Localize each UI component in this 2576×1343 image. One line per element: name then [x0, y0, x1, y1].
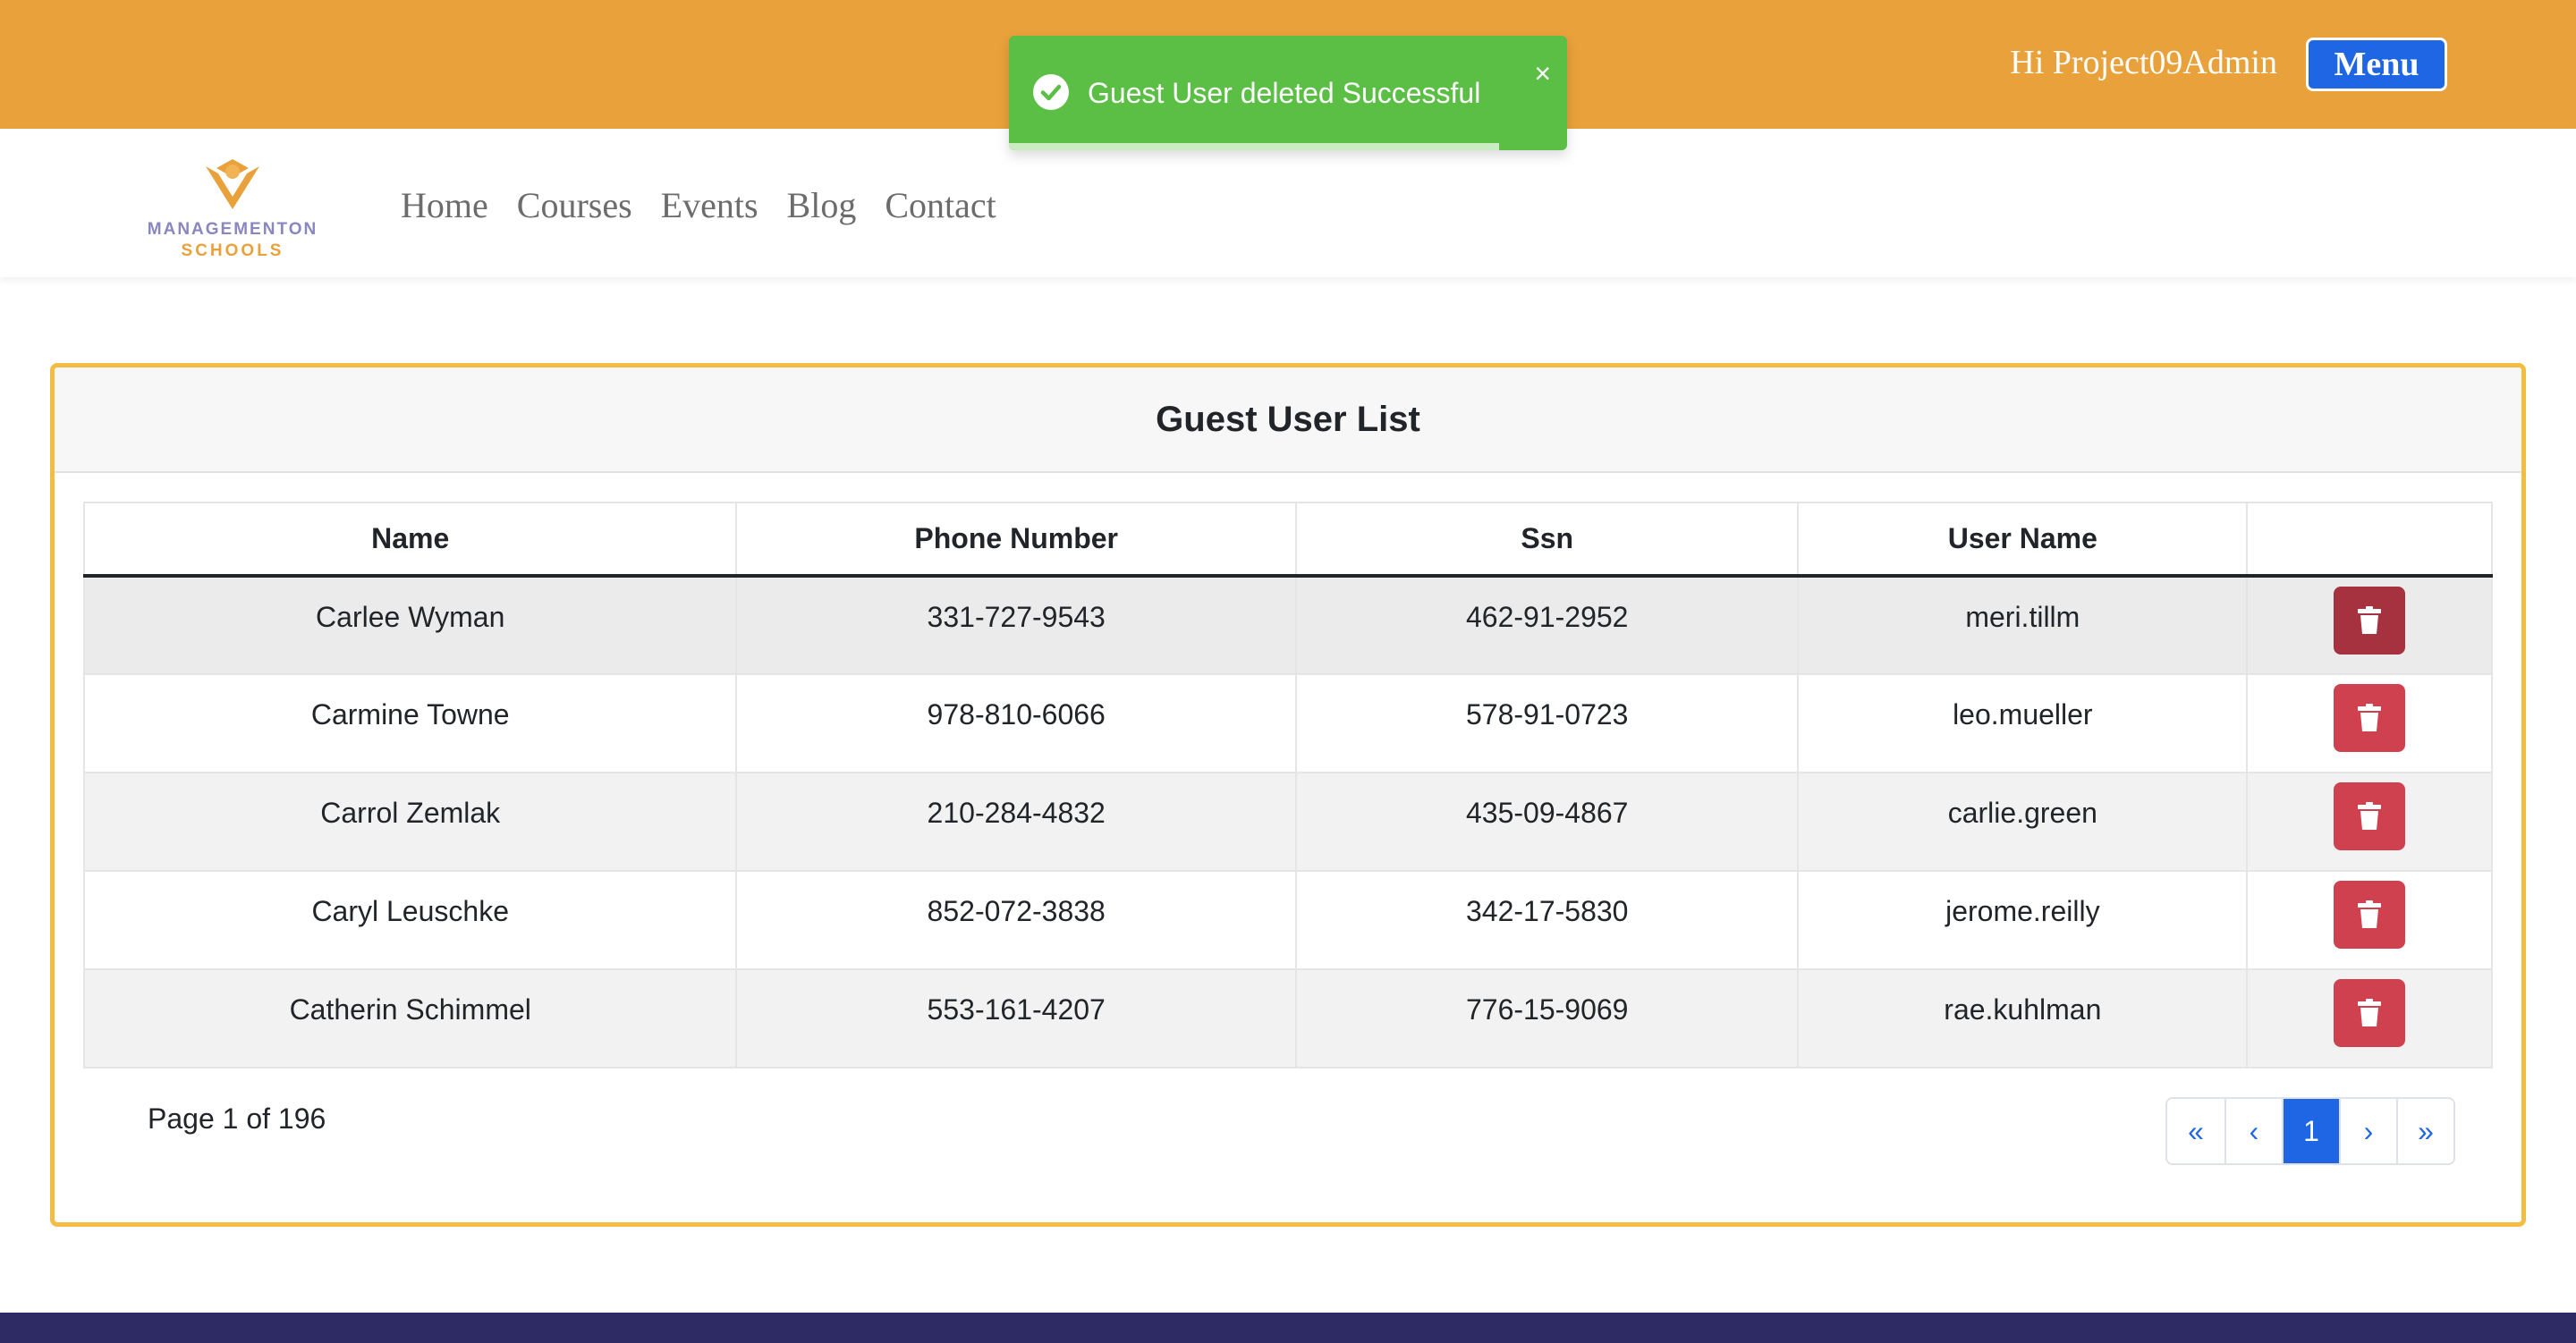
cell-name: Carlee Wyman: [82, 575, 738, 675]
cell-username: meri.tillm: [1797, 575, 2249, 675]
cell-phone: 210-284-4832: [735, 772, 1297, 872]
nav-blog[interactable]: Blog: [787, 184, 857, 226]
cell-name: Catherin Schimmel: [82, 968, 738, 1068]
cell-username: leo.mueller: [1797, 673, 2249, 773]
cell-ssn: 435-09-4867: [1294, 772, 1800, 872]
nav-home[interactable]: Home: [401, 184, 488, 226]
main-navbar: MANAGEMENTON SCHOOLS Home Courses Events…: [0, 129, 2576, 277]
page-indicator: Page 1 of 196: [148, 1102, 326, 1135]
cell-actions: [2246, 673, 2493, 773]
nav-links: Home Courses Events Blog Contact: [401, 184, 996, 226]
table-header-row: Name Phone Number Ssn User Name: [82, 502, 2493, 578]
trash-icon: [2358, 999, 2382, 1026]
table-row: Carlee Wyman 331-727-9543 462-91-2952 me…: [82, 575, 2493, 675]
trash-icon: [2358, 900, 2382, 928]
user-greeting: Hi Project09Admin: [2010, 44, 2277, 81]
cell-actions: [2246, 870, 2493, 970]
menu-button[interactable]: Menu: [2306, 38, 2447, 91]
cell-phone: 852-072-3838: [735, 870, 1297, 970]
trash-icon: [2358, 704, 2382, 731]
cell-username: carlie.green: [1797, 772, 2249, 872]
cell-ssn: 776-15-9069: [1294, 968, 1800, 1068]
pagination-next-button[interactable]: ›: [2339, 1099, 2396, 1163]
cell-actions: [2246, 772, 2493, 872]
column-header-ssn[interactable]: Ssn: [1294, 502, 1800, 578]
delete-button[interactable]: [2334, 782, 2406, 850]
cell-ssn: 462-91-2952: [1294, 575, 1800, 675]
table-row: Carmine Towne 978-810-6066 578-91-0723 l…: [82, 673, 2493, 773]
table-row: Caryl Leuschke 852-072-3838 342-17-5830 …: [82, 870, 2493, 970]
pagination-last-button[interactable]: »: [2396, 1099, 2453, 1163]
table-row: Carrol Zemlak 210-284-4832 435-09-4867 c…: [82, 772, 2493, 872]
cell-username: jerome.reilly: [1797, 870, 2249, 970]
cell-phone: 978-810-6066: [735, 673, 1297, 773]
pagination-prev-button[interactable]: ‹: [2224, 1099, 2282, 1163]
pagination-page-1[interactable]: 1: [2282, 1099, 2339, 1163]
cell-ssn: 342-17-5830: [1294, 870, 1800, 970]
cell-phone: 331-727-9543: [735, 575, 1297, 675]
brand-name-line2: SCHOOLS: [181, 241, 284, 260]
brand-name-line1: MANAGEMENTON: [147, 220, 318, 239]
pagination-first-button[interactable]: «: [2167, 1099, 2224, 1163]
nav-contact[interactable]: Contact: [885, 184, 996, 226]
guest-user-table: Name Phone Number Ssn User Name Carlee W…: [82, 502, 2493, 1068]
delete-button[interactable]: [2334, 587, 2406, 655]
cell-name: Caryl Leuschke: [82, 870, 738, 970]
footer: [0, 1313, 2576, 1343]
close-icon[interactable]: ×: [1534, 59, 1551, 88]
column-header-actions: [2246, 502, 2493, 578]
logo-mark-icon: [206, 159, 259, 209]
nav-courses[interactable]: Courses: [517, 184, 632, 226]
column-header-name[interactable]: Name: [82, 502, 738, 578]
toast-progress-bar: [1009, 143, 1499, 150]
cell-phone: 553-161-4207: [735, 968, 1297, 1068]
pagination: « ‹ 1 › »: [2165, 1097, 2455, 1165]
delete-button[interactable]: [2334, 979, 2406, 1047]
cell-name: Carmine Towne: [82, 673, 738, 773]
delete-button[interactable]: [2334, 881, 2406, 949]
column-header-phone[interactable]: Phone Number: [735, 502, 1297, 578]
nav-events[interactable]: Events: [661, 184, 758, 226]
cell-ssn: 578-91-0723: [1294, 673, 1800, 773]
cell-actions: [2246, 968, 2493, 1068]
delete-button[interactable]: [2334, 684, 2406, 752]
guest-user-card: Guest User List Name Phone Number Ssn Us…: [50, 363, 2526, 1227]
table-row: Catherin Schimmel 553-161-4207 776-15-90…: [82, 968, 2493, 1068]
cell-name: Carrol Zemlak: [82, 772, 738, 872]
brand-logo[interactable]: MANAGEMENTON SCHOOLS: [134, 145, 331, 260]
success-toast: Guest User deleted Successful ×: [1009, 36, 1567, 150]
trash-icon: [2358, 802, 2382, 830]
column-header-username[interactable]: User Name: [1797, 502, 2249, 578]
trash-icon: [2358, 606, 2382, 634]
cell-username: rae.kuhlman: [1797, 968, 2249, 1068]
cell-actions: [2246, 575, 2493, 675]
toast-message: Guest User deleted Successful: [1088, 77, 1481, 109]
check-circle-icon: [1033, 74, 1069, 110]
card-title: Guest User List: [55, 367, 2521, 473]
